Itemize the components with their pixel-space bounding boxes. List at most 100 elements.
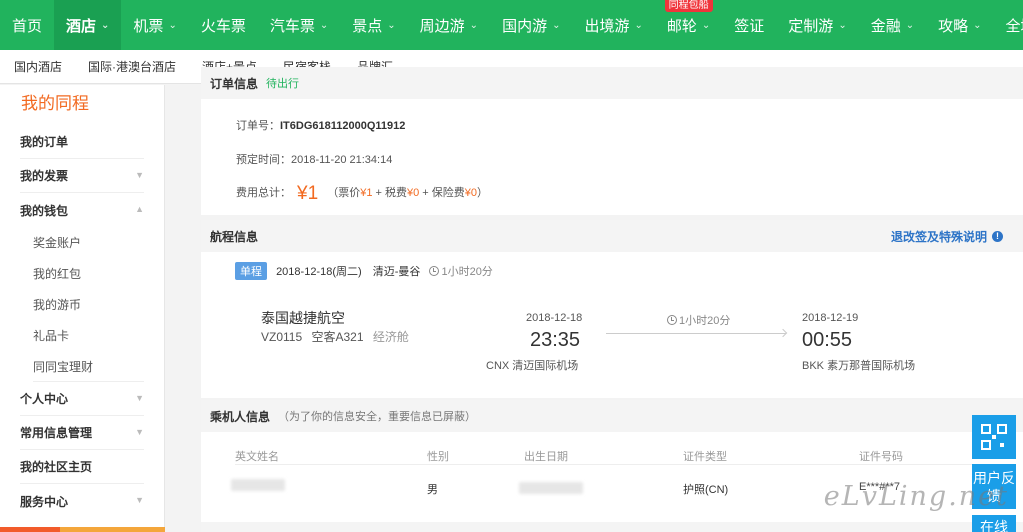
chevron-down-icon: ⌄ (905, 19, 915, 31)
chevron-down-icon: ⌄ (634, 19, 643, 31)
col-id-number: 证件号码 (859, 451, 903, 463)
nav-item-label: 酒店 (66, 17, 97, 35)
nav-item-0[interactable]: 首页 (0, 0, 54, 50)
arrival-airport: BKK 素万那普国际机场 (802, 360, 916, 372)
subnav-item-0[interactable]: 国内酒店 (14, 58, 62, 75)
nav-item-label: 首页 (12, 17, 43, 35)
arrival-date: 2018-12-19 (802, 312, 859, 324)
table-divider (235, 464, 975, 465)
sidebar-item-wallet[interactable]: 我的钱包 ▲ (20, 193, 144, 227)
qr-code-icon (981, 424, 1007, 450)
info-icon: ! (992, 230, 1003, 242)
nav-item-label: 汽车票 (269, 17, 315, 35)
nav-item-label: 金融 (870, 17, 901, 35)
sidebar-subitem-bonus[interactable]: 奖金账户 (33, 227, 164, 258)
sidebar: 我的同程 我的订单 我的发票 ▼ 我的钱包 ▲ 奖金账户 我的红包 我的游币 礼… (0, 85, 165, 532)
nav-item-1[interactable]: 酒店 ⌄ (54, 0, 122, 50)
nav-item-label: 机票 (133, 17, 164, 35)
nav-item-3[interactable]: 火车票 (189, 0, 258, 50)
itinerary-header: 航程信息 退改签及特殊说明! (201, 220, 1023, 252)
order-number-row: 订单号：IT6DG618112000Q11912 (236, 120, 406, 132)
chevron-down-icon: ▼ (135, 427, 144, 437)
nav-item-5[interactable]: 景点 ⌄ (340, 0, 407, 50)
nav-item-6[interactable]: 周边游 ⌄ (408, 0, 490, 50)
nav-item-label: 定制游 (788, 17, 834, 35)
total-price: ¥1 (297, 183, 319, 204)
online-chat-button[interactable]: 在线 (972, 515, 1016, 532)
change-policy-link[interactable]: 退改签及特殊说明! (891, 228, 1003, 245)
sidebar-subitem-redpacket[interactable]: 我的红包 (33, 258, 164, 289)
order-info-panel: 订单信息 待出行 订单号：IT6DG618112000Q11912 预定时间：2… (201, 67, 1023, 215)
arrival-time: 00:55 (802, 329, 853, 351)
nav-item-label: 签证 (734, 17, 765, 35)
watermark: eLvLing.net (823, 481, 1009, 512)
masked-name (231, 479, 285, 494)
passenger-gender: 男 (427, 484, 438, 496)
sidebar-item-personal[interactable]: 个人中心 ▼ (20, 382, 144, 416)
col-id-type: 证件类型 (683, 451, 727, 463)
chevron-down-icon: ▼ (135, 393, 144, 403)
nav-item-14[interactable]: 全域宁夏⌄狂欢节 (994, 0, 1023, 50)
departure-airport: CNX 清迈国际机场 (486, 360, 579, 372)
one-way-tag: 单程 (235, 262, 267, 280)
sidebar-subitem-giftcard[interactable]: 礼品卡 (33, 320, 164, 351)
nav-item-9[interactable]: 邮轮 ⌄ 同程包船 (655, 0, 722, 50)
nav-item-7[interactable]: 国内游 ⌄ (490, 0, 572, 50)
passenger-header: 乘机人信息 （为了你的信息安全，重要信息已屏蔽） (201, 400, 1023, 432)
sidebar-title[interactable]: 我的同程 (0, 85, 164, 125)
chevron-down-icon: ▼ (135, 495, 144, 505)
nav-item-10[interactable]: 签证 (722, 0, 776, 50)
arrow-right-icon (778, 328, 788, 338)
flight-info: VZ0115 空客A321 经济舱 (261, 330, 409, 344)
nav-item-4[interactable]: 汽车票 ⌄ (258, 0, 340, 50)
flight-line (606, 333, 786, 334)
qr-code-button[interactable] (972, 415, 1016, 459)
col-english-name: 英文姓名 (235, 451, 279, 463)
nav-promo-badge: 同程包船 (664, 0, 713, 12)
departure-date: 2018-12-18 (526, 312, 583, 324)
passenger-panel: 乘机人信息 （为了你的信息安全，重要信息已屏蔽） 英文姓名 性别 出生日期 证件… (201, 400, 1023, 532)
nav-item-label: 全域宁夏 (1005, 17, 1023, 35)
nav-item-11[interactable]: 定制游 ⌄ (776, 0, 858, 50)
sidebar-item-orders[interactable]: 我的订单 (20, 125, 144, 159)
chevron-down-icon: ⌄ (319, 19, 329, 31)
nav-item-label: 邮轮 (666, 17, 697, 35)
nav-item-8[interactable]: 出境游 ⌄ (572, 0, 654, 50)
sidebar-subitem-finance[interactable]: 同同宝理财 (33, 351, 144, 382)
sidebar-item-service[interactable]: 服务中心 ▼ (20, 484, 144, 518)
sidebar-bottom-stripe (0, 527, 165, 532)
passenger-id-type: 护照(CN) (683, 484, 729, 496)
nav-item-12[interactable]: 金融 ⌄ (859, 0, 926, 50)
chevron-down-icon: ⌄ (101, 19, 110, 31)
chevron-down-icon: ▼ (135, 170, 144, 180)
subnav-item-1[interactable]: 国际·港澳台酒店 (88, 58, 176, 75)
chevron-down-icon: ⌄ (168, 19, 177, 31)
chevron-down-icon: ⌄ (387, 19, 396, 31)
order-detail: 订单信息 待出行 订单号：IT6DG618112000Q11912 预定时间：2… (201, 67, 1023, 532)
nav-item-2[interactable]: 机票 ⌄ (121, 0, 188, 50)
clock-icon (667, 315, 677, 325)
order-info-header: 订单信息 待出行 (201, 67, 1023, 99)
nav-item-label: 出境游 (584, 17, 630, 35)
trip-summary: 单程 2018-12-18(周二) 清迈-曼谷 1小时20分 (235, 262, 493, 280)
col-gender: 性别 (427, 451, 449, 463)
masked-birth-date (519, 482, 583, 497)
nav-item-label: 国内游 (502, 17, 548, 35)
sidebar-subitem-coins[interactable]: 我的游币 (33, 289, 164, 320)
chevron-down-icon: ⌄ (701, 19, 711, 31)
chevron-down-icon: ⌄ (469, 19, 479, 31)
nav-item-13[interactable]: 攻略 ⌄ (926, 0, 993, 50)
col-birth-date: 出生日期 (524, 451, 568, 463)
booked-time-row: 预定时间：2018-11-20 21:34:14 (236, 154, 393, 166)
airline-name: 泰国越捷航空 (261, 310, 345, 326)
itinerary-panel: 航程信息 退改签及特殊说明! 单程 2018-12-18(周二) 清迈-曼谷 1… (201, 220, 1023, 398)
main-nav: 首页 酒店 ⌄ 机票 ⌄ 火车票 汽车票 ⌄ 景点 ⌄ 周边游 ⌄ 国内游 ⌄ 出境游 ⌄ 邮轮 ⌄ 同程包船 签证定… (0, 0, 1023, 50)
sidebar-item-community[interactable]: 我的社区主页 (20, 450, 144, 484)
sidebar-item-common-info[interactable]: 常用信息管理 ▼ (20, 416, 144, 450)
order-status: 待出行 (266, 78, 300, 90)
panel-gap (201, 522, 1023, 532)
departure-time: 23:35 (530, 329, 581, 351)
sidebar-item-invoices[interactable]: 我的发票 ▼ (20, 159, 144, 193)
total-row: 费用总计： ¥1 （票价¥1 + 税费¥0 + 保险费¥0） (236, 183, 489, 204)
chevron-down-icon: ⌄ (838, 19, 847, 31)
